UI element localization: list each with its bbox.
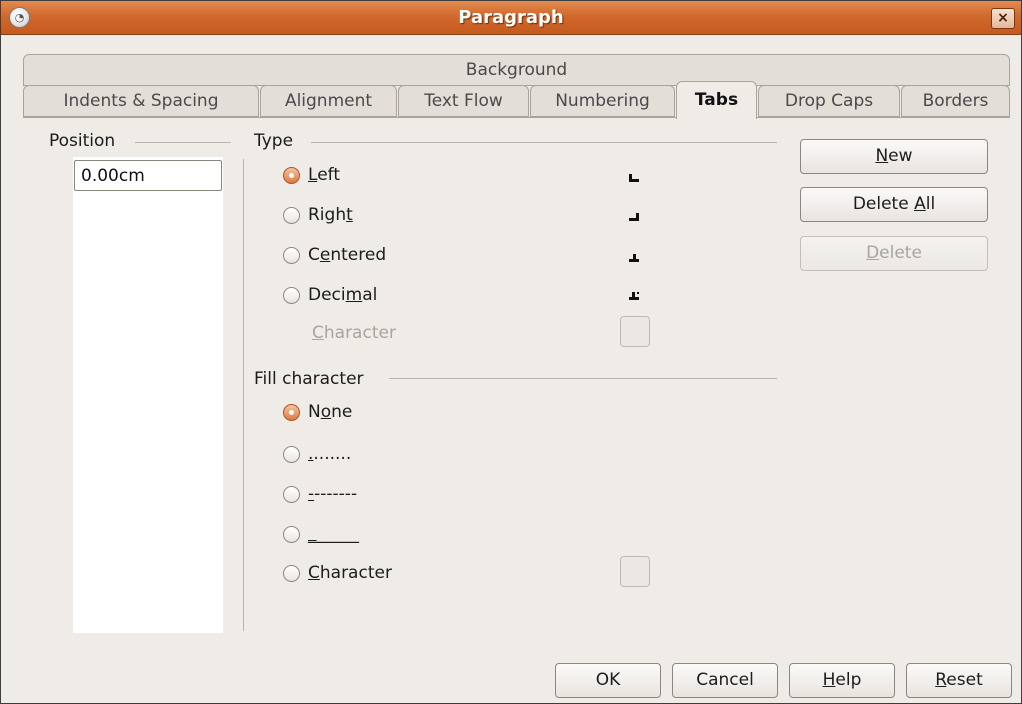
tab-tabs[interactable]: Tabs xyxy=(676,81,757,119)
type-decimal-radio[interactable] xyxy=(283,286,300,304)
fill-character-radio[interactable] xyxy=(283,564,300,582)
fill-character-option[interactable]: Character xyxy=(283,561,392,585)
fill-dashes-label: -------- xyxy=(308,484,358,504)
delete-button[interactable]: Delete xyxy=(800,236,988,271)
fill-dots-radio[interactable] xyxy=(283,445,300,463)
help-button[interactable]: Help xyxy=(789,663,895,698)
type-rule xyxy=(311,142,777,143)
fill-none-label: None xyxy=(308,402,353,422)
tab-alignment[interactable]: Alignment xyxy=(260,85,397,117)
fill-dots-label: ........ xyxy=(308,444,352,464)
tab-background-label: Background xyxy=(465,60,568,80)
paragraph-dialog: ◔ Paragraph × Background Indents & Spaci… xyxy=(0,0,1022,704)
type-label: Type xyxy=(254,131,294,151)
fill-dots-option[interactable]: ........ xyxy=(283,442,351,466)
panel-border xyxy=(23,117,1010,118)
position-input[interactable]: 0.00cm xyxy=(74,160,222,191)
tab-decimal-icon xyxy=(629,292,639,300)
position-rule xyxy=(135,142,231,143)
ok-button[interactable]: OK xyxy=(555,663,661,698)
section-divider xyxy=(243,159,244,631)
reset-button[interactable]: Reset xyxy=(906,663,1012,698)
fill-character-input[interactable] xyxy=(620,556,650,587)
type-right-label: Right xyxy=(308,205,353,225)
fill-character-label: Character xyxy=(308,563,392,583)
type-right-radio[interactable] xyxy=(283,206,300,224)
window-title: Paragraph xyxy=(458,7,564,28)
new-button[interactable]: New xyxy=(800,139,988,174)
type-decimal-option[interactable]: Decimal xyxy=(283,283,377,307)
fill-underscore-radio[interactable] xyxy=(283,525,300,543)
fill-character-label: Fill character xyxy=(254,369,364,389)
type-character-label: Character xyxy=(312,323,396,343)
position-list[interactable] xyxy=(73,157,223,633)
tab-borders[interactable]: Borders xyxy=(901,85,1010,117)
fill-none-radio[interactable] xyxy=(283,403,300,421)
type-decimal-label: Decimal xyxy=(308,285,378,305)
type-left-option[interactable]: Left xyxy=(283,163,340,187)
fill-none-option[interactable]: None xyxy=(283,400,352,424)
title-bar[interactable]: ◔ Paragraph × xyxy=(1,1,1021,35)
type-centered-option[interactable]: Centered xyxy=(283,243,386,267)
fill-underscore-label: ______ xyxy=(308,524,359,544)
type-left-radio[interactable] xyxy=(283,166,300,184)
fill-dashes-radio[interactable] xyxy=(283,485,300,503)
fill-dashes-option[interactable]: -------- xyxy=(283,482,357,506)
type-centered-radio[interactable] xyxy=(283,246,300,264)
tab-right-icon xyxy=(629,213,639,221)
cancel-button[interactable]: Cancel xyxy=(672,663,778,698)
tab-indents-spacing[interactable]: Indents & Spacing xyxy=(23,85,259,117)
delete-all-button[interactable]: Delete All xyxy=(800,187,988,222)
tab-left-icon xyxy=(629,174,639,182)
position-label: Position xyxy=(49,131,116,151)
close-button[interactable]: × xyxy=(991,8,1015,29)
type-character-input[interactable] xyxy=(620,316,650,347)
type-centered-label: Centered xyxy=(308,245,387,265)
tab-background[interactable]: Background xyxy=(23,54,1010,86)
tab-centered-icon xyxy=(629,254,639,262)
type-left-label: Left xyxy=(308,165,340,185)
tab-numbering[interactable]: Numbering xyxy=(530,85,675,117)
type-right-option[interactable]: Right xyxy=(283,203,353,227)
tab-text-flow[interactable]: Text Flow xyxy=(398,85,529,117)
fill-rule xyxy=(389,378,777,379)
tab-drop-caps[interactable]: Drop Caps xyxy=(758,85,900,117)
fill-underscore-option[interactable]: ______ xyxy=(283,522,359,546)
